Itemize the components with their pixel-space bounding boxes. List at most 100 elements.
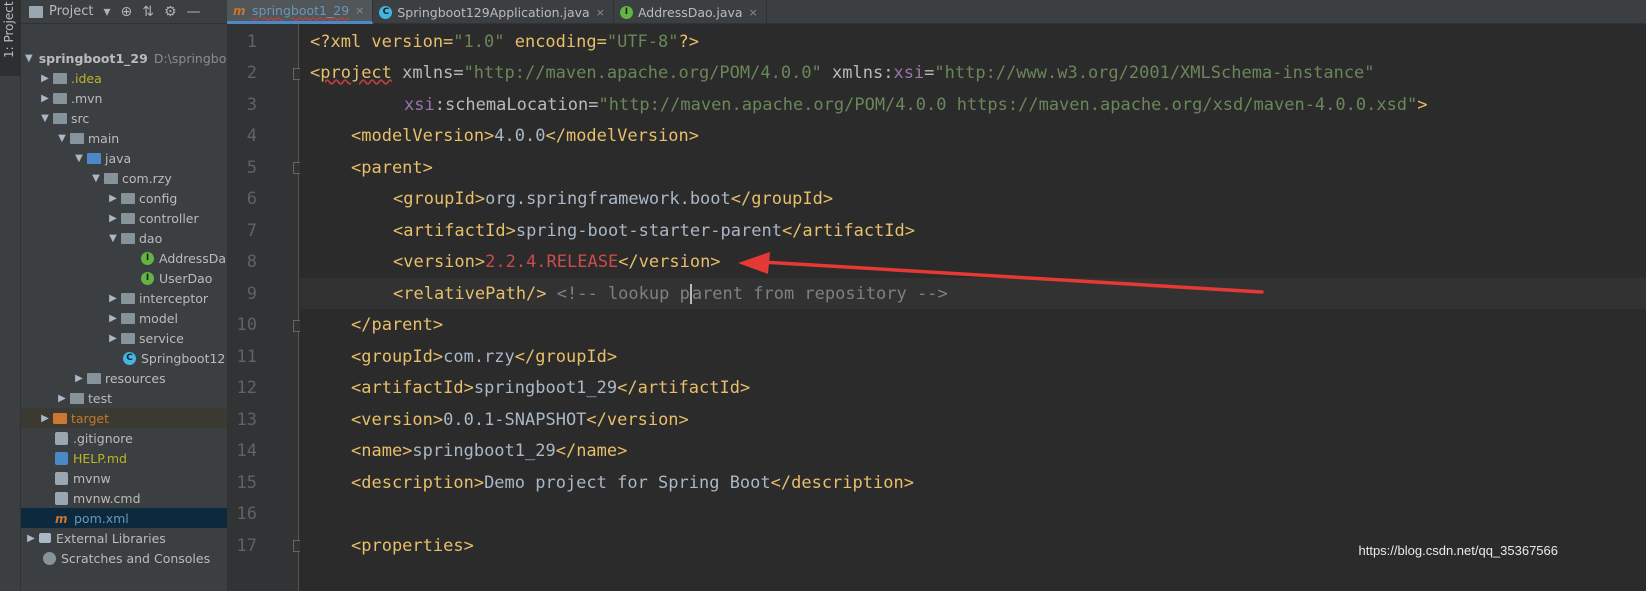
scratches-icon bbox=[43, 551, 56, 565]
tree-item-config[interactable]: ▶ config bbox=[21, 188, 227, 208]
tree-item-package[interactable]: ▼ com.rzy bbox=[21, 168, 227, 188]
tree-item-interceptor[interactable]: ▶ interceptor bbox=[21, 288, 227, 308]
code-line-13: <version>0.0.1-SNAPSHOT</version> bbox=[351, 410, 689, 430]
line-number: 6 bbox=[246, 189, 257, 209]
tree-item-label: Springboot12 bbox=[141, 350, 226, 366]
chevron-right-icon[interactable]: ▶ bbox=[107, 313, 119, 324]
chevron-right-icon[interactable]: ▶ bbox=[107, 193, 119, 204]
file-icon bbox=[55, 471, 68, 485]
interface-icon: I bbox=[141, 271, 154, 285]
tree-item-resources[interactable]: ▶ resources bbox=[21, 368, 227, 388]
tree-item-application[interactable]: C Springboot12 bbox=[21, 348, 227, 368]
tab-pom[interactable]: m springboot1_29 × bbox=[227, 0, 374, 24]
chevron-down-icon[interactable]: ▼ bbox=[73, 153, 85, 164]
line-number: 5 bbox=[246, 158, 257, 178]
project-panel-header: Project ▾ ⊕ ⇅ ⚙ — bbox=[21, 0, 227, 24]
tree-item-java[interactable]: ▼ java bbox=[21, 148, 227, 168]
code-line-15: <description>Demo project for Spring Boo… bbox=[351, 473, 914, 493]
chevron-right-icon[interactable]: ▶ bbox=[39, 73, 51, 84]
tab-label: AddressDao.java bbox=[637, 4, 743, 20]
code-line-3: xsi:schemaLocation="http://maven.apache.… bbox=[404, 95, 1428, 115]
collapse-all-icon[interactable]: ⇅ bbox=[142, 4, 154, 20]
tree-item-label: pom.xml bbox=[74, 510, 129, 526]
chevron-down-icon[interactable]: ▼ bbox=[56, 133, 68, 144]
tree-item-idea[interactable]: ▶ .idea bbox=[21, 68, 227, 88]
chevron-right-icon[interactable]: ▶ bbox=[39, 413, 51, 424]
tree-item-mvnw[interactable]: mvnw bbox=[21, 468, 227, 488]
code-line-4: <modelVersion>4.0.0</modelVersion> bbox=[351, 126, 700, 146]
maven-icon: m bbox=[55, 511, 68, 526]
tree-item-src[interactable]: ▼ src bbox=[21, 108, 227, 128]
tree-item-label: config bbox=[139, 190, 178, 206]
tree-item-service[interactable]: ▶ service bbox=[21, 328, 227, 348]
locate-icon[interactable]: ⊕ bbox=[121, 4, 133, 20]
tree-item-label: main bbox=[88, 130, 120, 146]
tree-item-mvn[interactable]: ▶ .mvn bbox=[21, 88, 227, 108]
project-tool-label: 1: Project bbox=[2, 1, 16, 58]
code-editor[interactable]: <?xml version="1.0" encoding="UTF-8"?> <… bbox=[300, 24, 1646, 591]
tree-item-label: target bbox=[71, 410, 110, 426]
hide-icon[interactable]: — bbox=[187, 4, 201, 20]
tree-item-scratches[interactable]: Scratches and Consoles bbox=[21, 548, 227, 568]
tree-item-help[interactable]: HELP.md bbox=[21, 448, 227, 468]
tree-item-root[interactable]: ▼ springboot1_29 D:\springboo bbox=[21, 48, 227, 68]
tree-item-label: AddressDa bbox=[159, 250, 227, 266]
package-icon bbox=[104, 172, 118, 184]
tree-item-pom[interactable]: m pom.xml bbox=[21, 508, 227, 528]
chevron-down-icon[interactable]: ▾ bbox=[103, 4, 110, 20]
editor-tab-bar: m springboot1_29 × C Springboot129Applic… bbox=[227, 0, 1646, 24]
line-number: 16 bbox=[236, 504, 257, 524]
library-icon bbox=[39, 533, 51, 543]
tab-label: Springboot129Application.java bbox=[397, 4, 590, 20]
source-folder-icon bbox=[87, 152, 101, 164]
tree-item-gitignore[interactable]: .gitignore bbox=[21, 428, 227, 448]
chevron-down-icon[interactable]: ▼ bbox=[107, 233, 119, 244]
close-icon[interactable]: × bbox=[355, 4, 364, 17]
tab-application[interactable]: C Springboot129Application.java × bbox=[373, 0, 614, 24]
tree-item-test[interactable]: ▶ test bbox=[21, 388, 227, 408]
chevron-down-icon[interactable]: ▼ bbox=[90, 173, 102, 184]
folder-icon bbox=[53, 112, 67, 124]
close-icon[interactable]: × bbox=[749, 6, 758, 19]
tree-item-controller[interactable]: ▶ controller bbox=[21, 208, 227, 228]
line-number: 9 bbox=[246, 284, 257, 304]
close-icon[interactable]: × bbox=[596, 6, 605, 19]
tree-item-label: Scratches and Consoles bbox=[61, 550, 211, 566]
tree-item-external-libraries[interactable]: ▶ External Libraries bbox=[21, 528, 227, 548]
tree-item-label: resources bbox=[105, 370, 166, 386]
chevron-right-icon[interactable]: ▶ bbox=[25, 533, 37, 544]
watermark: https://blog.csdn.net/qq_35367566 bbox=[1358, 543, 1559, 558]
chevron-right-icon[interactable]: ▶ bbox=[56, 393, 68, 404]
line-number: 4 bbox=[246, 126, 257, 146]
tree-item-mvnw-cmd[interactable]: mvnw.cmd bbox=[21, 488, 227, 508]
line-number: 7 bbox=[246, 221, 257, 241]
chevron-right-icon[interactable]: ▶ bbox=[39, 93, 51, 104]
gear-icon[interactable]: ⚙ bbox=[164, 4, 177, 20]
package-icon bbox=[121, 192, 135, 204]
chevron-down-icon[interactable]: ▼ bbox=[25, 53, 33, 64]
tab-addressdao[interactable]: I AddressDao.java × bbox=[614, 0, 767, 24]
tree-item-model[interactable]: ▶ model bbox=[21, 308, 227, 328]
tree-item-main[interactable]: ▼ main bbox=[21, 128, 227, 148]
project-view-selector[interactable]: Project bbox=[49, 4, 93, 19]
line-number: 8 bbox=[246, 252, 257, 272]
tree-item-dao[interactable]: ▼ dao bbox=[21, 228, 227, 248]
chevron-down-icon[interactable]: ▼ bbox=[39, 113, 51, 124]
tree-item-label: External Libraries bbox=[56, 530, 166, 546]
chevron-right-icon[interactable]: ▶ bbox=[107, 333, 119, 344]
tree-item-userdao[interactable]: I UserDao bbox=[21, 268, 227, 288]
tree-item-label: .idea bbox=[71, 70, 102, 86]
folder-icon bbox=[70, 132, 84, 144]
code-line-2: <project xmlns="http://maven.apache.org/… bbox=[310, 63, 1375, 83]
tab-label: springboot1_29 bbox=[252, 3, 350, 18]
chevron-right-icon[interactable]: ▶ bbox=[73, 373, 85, 384]
chevron-right-icon[interactable]: ▶ bbox=[107, 213, 119, 224]
line-number: 12 bbox=[236, 378, 257, 398]
tree-item-label: test bbox=[88, 390, 113, 406]
tree-item-addressdao[interactable]: I AddressDa bbox=[21, 248, 227, 268]
line-number: 1 bbox=[246, 32, 257, 52]
code-line-17: <properties> bbox=[351, 536, 474, 556]
tree-item-target[interactable]: ▶ target bbox=[21, 408, 227, 428]
chevron-right-icon[interactable]: ▶ bbox=[107, 293, 119, 304]
project-tool-tab[interactable]: 1: Project bbox=[0, 0, 21, 76]
